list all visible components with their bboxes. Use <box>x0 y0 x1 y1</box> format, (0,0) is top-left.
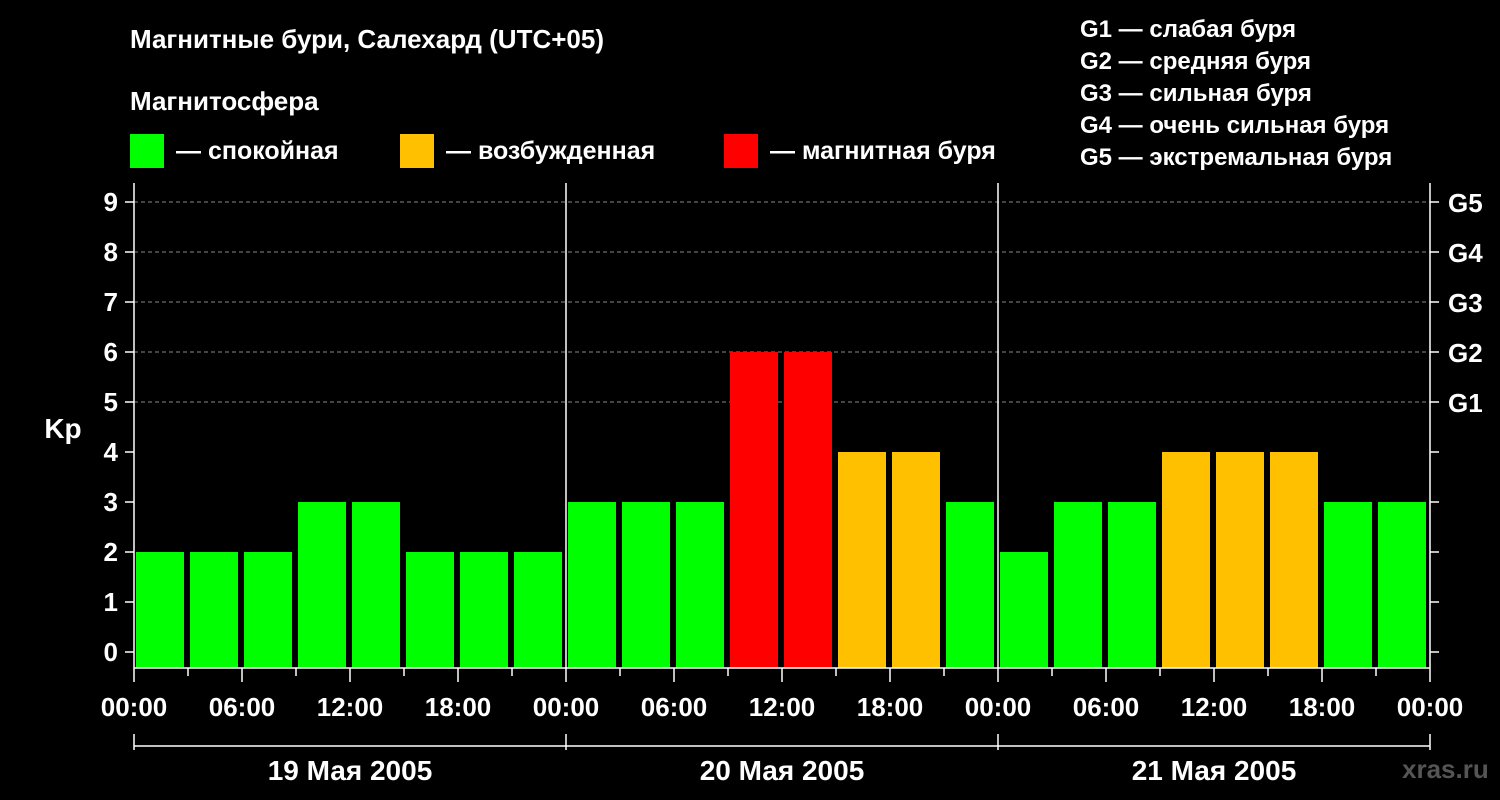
kp-bar <box>1054 502 1102 668</box>
kp-bar <box>892 452 940 668</box>
x-tick-label: 00:00 <box>533 692 600 722</box>
kp-bar <box>1108 502 1156 668</box>
y-tick-label: 5 <box>104 387 118 417</box>
y-tick-label: 4 <box>104 437 119 467</box>
g-scale-label: G4 <box>1448 238 1483 268</box>
y-tick-label: 8 <box>104 237 118 267</box>
kp-bar <box>838 452 886 668</box>
x-tick-label: 18:00 <box>1289 692 1356 722</box>
y-tick-label: 3 <box>104 487 118 517</box>
kp-bar <box>298 502 346 668</box>
y-tick-label: 7 <box>104 287 118 317</box>
day-label: 19 Мая 2005 <box>268 755 433 786</box>
kp-bar <box>1000 552 1048 668</box>
x-tick-label: 12:00 <box>749 692 816 722</box>
y-axis-label: Kp <box>44 413 81 444</box>
kp-bar <box>460 552 508 668</box>
kp-bar <box>1216 452 1264 668</box>
y-tick-label: 2 <box>104 537 118 567</box>
kp-bar <box>352 502 400 668</box>
kp-bar <box>406 552 454 668</box>
y-tick-label: 9 <box>104 187 118 217</box>
kp-bar <box>568 502 616 668</box>
kp-bar <box>622 502 670 668</box>
kp-bar-chart: 0 1 2 3 4 5 6 7 8 9 G1 G2 G3 G4 G5 Kp 00:00 06:00 12:00 18:… <box>44 183 1483 786</box>
x-tick-label: 12:00 <box>1181 692 1248 722</box>
y-tick-label: 0 <box>104 637 118 667</box>
x-tick-label: 06:00 <box>209 692 276 722</box>
x-tick-label: 06:00 <box>1073 692 1140 722</box>
kp-bar <box>1324 502 1372 668</box>
kp-bar <box>784 352 832 668</box>
x-tick-label: 00:00 <box>101 692 168 722</box>
g-scale-label: G3 <box>1448 288 1483 318</box>
kp-bar <box>1162 452 1210 668</box>
x-tick-label: 18:00 <box>857 692 924 722</box>
g-scale-label: G2 <box>1448 338 1483 368</box>
y-tick-label: 1 <box>104 587 118 617</box>
kp-bar <box>676 502 724 668</box>
kp-bar <box>946 502 994 668</box>
kp-bar <box>190 552 238 668</box>
kp-bar <box>1378 502 1426 668</box>
day-label: 20 Мая 2005 <box>700 755 865 786</box>
kp-bar <box>1270 452 1318 668</box>
g-scale-label: G5 <box>1448 188 1483 218</box>
kp-bar <box>136 552 184 668</box>
x-tick-label: 06:00 <box>641 692 708 722</box>
day-label: 21 Мая 2005 <box>1132 755 1297 786</box>
x-tick-label: 00:00 <box>1397 692 1464 722</box>
x-tick-label: 12:00 <box>317 692 384 722</box>
kp-bar <box>730 352 778 668</box>
y-tick-label: 6 <box>104 337 118 367</box>
g-scale-label: G1 <box>1448 388 1483 418</box>
x-tick-label: 18:00 <box>425 692 492 722</box>
watermark: xras.ru <box>1402 754 1489 784</box>
kp-bar <box>514 552 562 668</box>
x-tick-label: 00:00 <box>965 692 1032 722</box>
kp-bar <box>244 552 292 668</box>
